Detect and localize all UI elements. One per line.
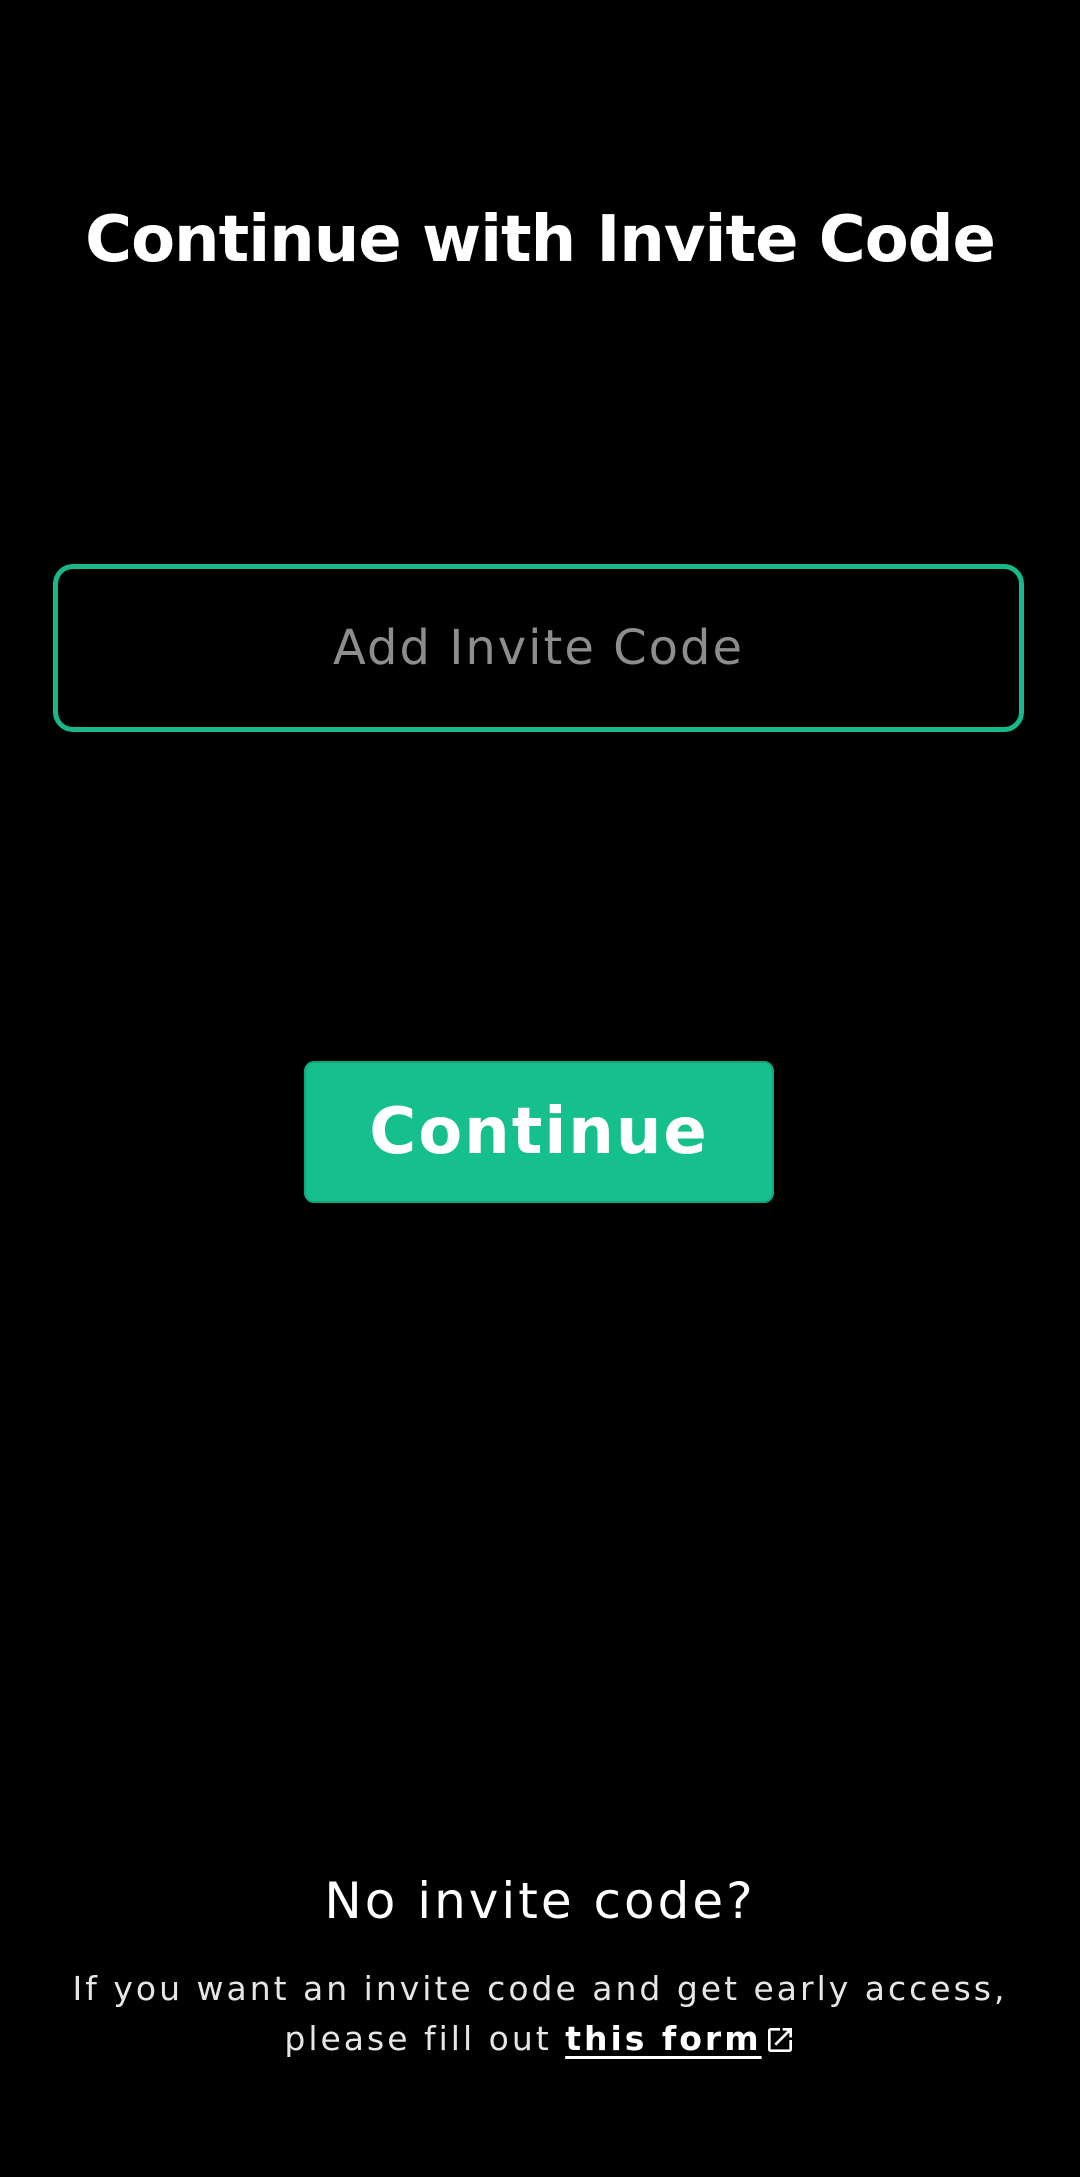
info-line-1: If you want an invite code and get early… [72,1969,1008,2008]
invite-code-field[interactable] [53,564,1024,732]
external-link-icon [767,2028,792,2052]
invite-request-info: If you want an invite code and get early… [40,1964,1040,2064]
no-invite-code-heading: No invite code? [324,1872,756,1930]
info-line-2: please fill out this form [40,2014,1040,2064]
page-title: Continue with Invite Code [85,203,996,277]
this-form-link[interactable]: this form [565,2019,795,2058]
invite-code-input[interactable] [58,569,1019,727]
this-form-link-text[interactable]: this form [565,2019,761,2058]
continue-button[interactable]: Continue [304,1061,774,1203]
info-line-2-prefix: please fill out [284,2019,552,2058]
